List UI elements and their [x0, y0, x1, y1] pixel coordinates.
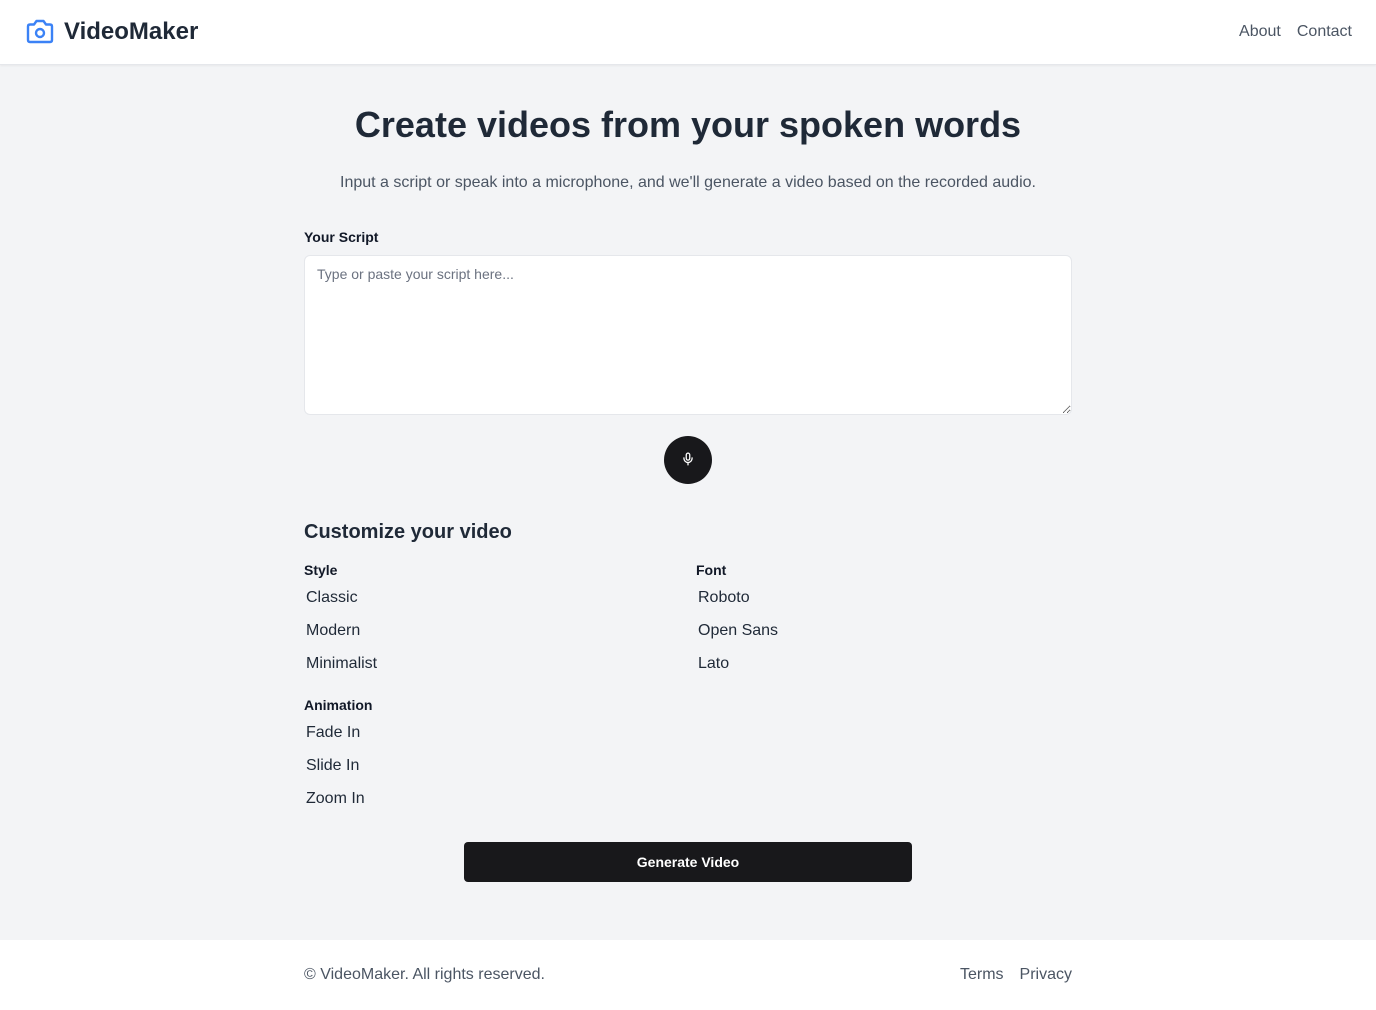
customize-options: Style Classic Modern Minimalist Font Rob…: [304, 560, 1072, 816]
animation-option-fade-in[interactable]: Fade In: [304, 717, 696, 750]
footer-link-privacy[interactable]: Privacy: [1020, 963, 1072, 987]
microphone-button[interactable]: [664, 436, 712, 484]
page-subtitle: Input a script or speak into a microphon…: [340, 174, 1036, 191]
script-input[interactable]: [304, 255, 1072, 415]
microphone-icon: [681, 452, 695, 469]
mic-wrap: [304, 436, 1072, 484]
font-group: Font Roboto Open Sans Lato: [696, 560, 1072, 681]
main-content: Create videos from your spoken words Inp…: [304, 65, 1072, 882]
camera-icon: [24, 16, 56, 48]
brand-name: VideoMaker: [64, 18, 199, 45]
font-option-lato[interactable]: Lato: [696, 648, 1072, 681]
nav-link-about[interactable]: About: [1239, 20, 1281, 44]
generate-video-button[interactable]: Generate Video: [464, 842, 912, 882]
nav-link-contact[interactable]: Contact: [1297, 20, 1352, 44]
top-header: VideoMaker About Contact: [0, 0, 1376, 65]
font-option-roboto[interactable]: Roboto: [696, 582, 1072, 615]
footer-link-terms[interactable]: Terms: [960, 963, 1004, 987]
animation-label: Animation: [304, 697, 373, 713]
footer-links: Terms Privacy: [944, 963, 1072, 987]
copyright-text: © VideoMaker. All rights reserved.: [304, 966, 545, 983]
style-group: Style Classic Modern Minimalist: [304, 560, 696, 681]
page-footer: © VideoMaker. All rights reserved. Terms…: [0, 940, 1376, 1010]
font-label: Font: [696, 562, 727, 578]
customize-title: Customize your video: [304, 521, 512, 543]
style-label: Style: [304, 562, 338, 578]
font-options: Roboto Open Sans Lato: [696, 582, 1072, 681]
style-option-modern[interactable]: Modern: [304, 615, 696, 648]
animation-option-zoom-in[interactable]: Zoom In: [304, 783, 696, 816]
animation-options: Fade In Slide In Zoom In: [304, 717, 696, 816]
script-label: Your Script: [304, 229, 379, 245]
page-title: Create videos from your spoken words: [354, 104, 1022, 145]
style-option-classic[interactable]: Classic: [304, 582, 696, 615]
style-option-minimalist[interactable]: Minimalist: [304, 648, 696, 681]
top-nav: About Contact: [1223, 20, 1352, 44]
brand[interactable]: VideoMaker: [24, 16, 198, 48]
generate-wrap: Generate Video: [304, 842, 1072, 882]
animation-group: Animation Fade In Slide In Zoom In: [304, 695, 696, 816]
style-options: Classic Modern Minimalist: [304, 582, 696, 681]
font-option-open-sans[interactable]: Open Sans: [696, 615, 1072, 648]
animation-option-slide-in[interactable]: Slide In: [304, 750, 696, 783]
